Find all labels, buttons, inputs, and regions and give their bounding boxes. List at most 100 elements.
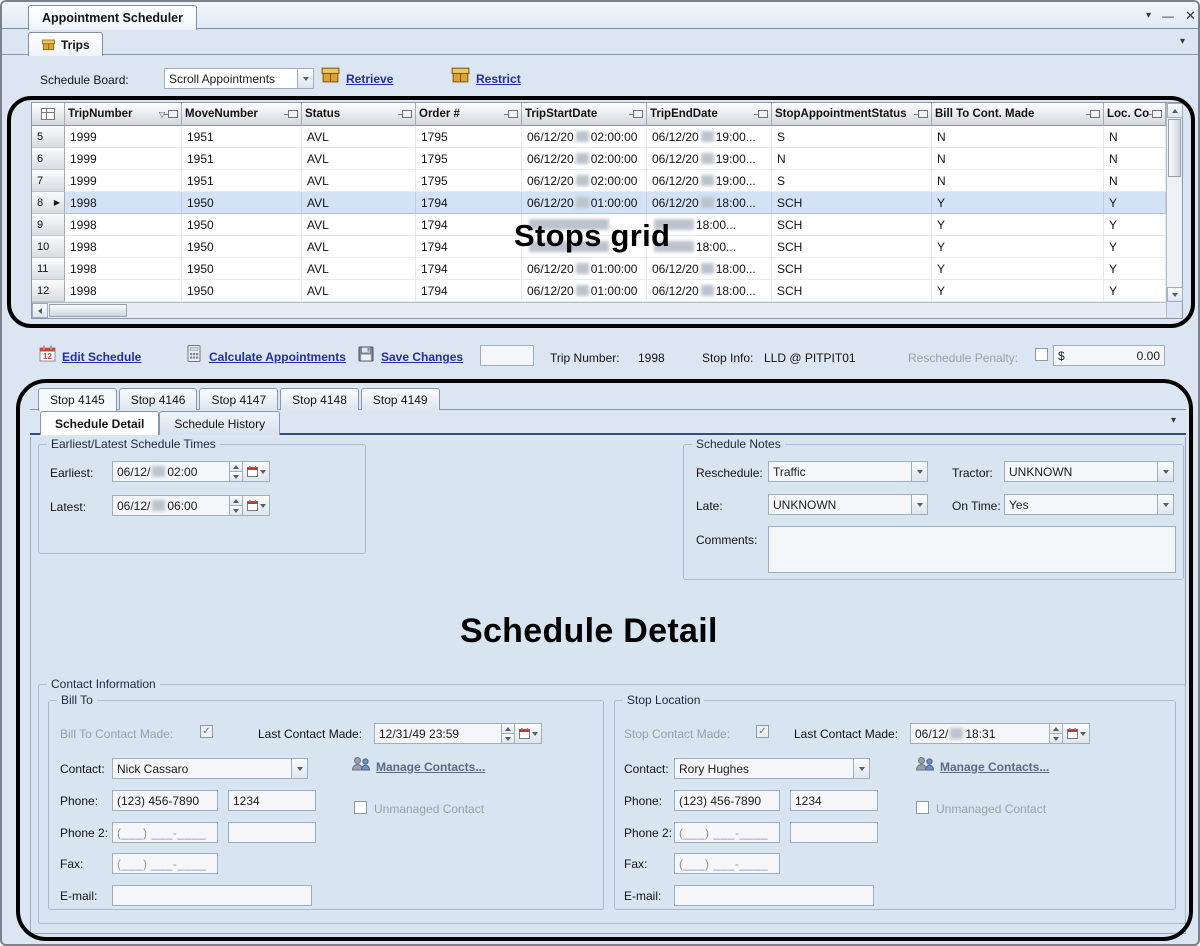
spin-up-icon[interactable]	[502, 723, 515, 734]
spin-up-icon[interactable]	[230, 495, 243, 506]
bill-last-contact-spinner[interactable]	[502, 723, 515, 744]
save-changes-link[interactable]: Save Changes	[381, 350, 463, 364]
grid-row-6[interactable]: 619991951AVL179506/12/2002:00:0006/12/20…	[32, 148, 1166, 170]
stop-contact-select[interactable]: Rory Hughes	[674, 758, 870, 779]
row-header-cell[interactable]: 5	[32, 126, 65, 148]
pin-dropdown-icon[interactable]: ▾	[1146, 11, 1151, 21]
dropdown-arrow-icon[interactable]	[911, 494, 928, 515]
bill-contact-select[interactable]: Nick Cassaro	[112, 758, 308, 779]
spin-down-icon[interactable]	[1050, 734, 1063, 744]
spin-up-icon[interactable]	[230, 461, 243, 472]
dropdown-arrow-icon[interactable]	[297, 68, 314, 89]
column-header-loc-co[interactable]: Loc. Co	[1104, 103, 1166, 126]
stop-manage-contacts-link[interactable]: Manage Contacts...	[940, 760, 1049, 774]
grid-row-11[interactable]: 1119981950AVL179406/12/2001:00:0006/12/2…	[32, 258, 1166, 280]
bill-last-contact-input[interactable]: 12/31/49 23:59	[374, 723, 502, 744]
column-header-tripenddate[interactable]: TripEndDate	[647, 103, 772, 126]
stop-tab-stop-4149[interactable]: Stop 4149	[361, 388, 440, 410]
stop-last-contact-calendar-button[interactable]	[1063, 723, 1090, 744]
bill-phone-input[interactable]: (123) 456-7890	[112, 790, 218, 811]
row-header-cell[interactable]: 11	[32, 258, 65, 280]
row-header-cell[interactable]: 9	[32, 214, 65, 236]
tab-trips[interactable]: Trips	[28, 32, 103, 56]
grid-row-7[interactable]: 719991951AVL179506/12/2002:00:0006/12/20…	[32, 170, 1166, 192]
bill-to-contact-made-checkbox[interactable]: ✓	[200, 725, 213, 738]
earliest-calendar-button[interactable]	[243, 461, 270, 482]
row-header-cell[interactable]: 6	[32, 148, 65, 170]
row-header-cell[interactable]: 10	[32, 236, 65, 258]
calculate-appointments-link[interactable]: Calculate Appointments	[209, 350, 346, 364]
stop-fax-input[interactable]: (___) ___-____	[674, 853, 780, 874]
bill-email-input[interactable]	[112, 885, 312, 906]
ontime-select[interactable]: Yes	[1004, 494, 1174, 515]
vertical-scroll-track[interactable]	[1167, 178, 1182, 287]
tab-schedule-detail[interactable]: Schedule Detail	[40, 411, 159, 435]
grid-row-10[interactable]: 1019981950AVL179418:00...SCHYY	[32, 236, 1166, 258]
dropdown-arrow-icon[interactable]	[1157, 461, 1174, 482]
stop-phone2-input[interactable]: (___) ___-____	[674, 822, 780, 843]
late-select[interactable]: UNKNOWN	[768, 494, 928, 515]
bill-phone2-input[interactable]: (___) ___-____	[112, 822, 218, 843]
stop-phone2-ext-input[interactable]	[790, 822, 878, 843]
row-header-cell[interactable]: 12	[32, 280, 65, 302]
stop-last-contact-input[interactable]: 06/12/18:31	[910, 723, 1050, 744]
column-header-stopappointmentstatus[interactable]: StopAppointmentStatus	[772, 103, 932, 126]
bill-phone2-ext-input[interactable]	[228, 822, 316, 843]
column-header-bill-to-cont-made[interactable]: Bill To Cont. Made	[932, 103, 1104, 126]
pin-icon[interactable]	[758, 110, 768, 118]
grid-row-9[interactable]: 919981950AVL179418:00...SCHYY	[32, 214, 1166, 236]
stop-tab-stop-4146[interactable]: Stop 4146	[119, 388, 198, 410]
column-header-movenumber[interactable]: MoveNumber	[182, 103, 302, 126]
grid-vertical-scrollbar[interactable]	[1166, 103, 1182, 302]
restrict-link[interactable]: Restrict	[476, 72, 521, 86]
stop-email-input[interactable]	[674, 885, 874, 906]
bill-manage-contacts-link[interactable]: Manage Contacts...	[376, 760, 485, 774]
column-header-status[interactable]: Status	[302, 103, 416, 126]
spin-down-icon[interactable]	[230, 506, 243, 516]
subtab-dropdown-icon[interactable]: ▾	[1171, 416, 1176, 426]
reschedule-select[interactable]: Traffic	[768, 461, 928, 482]
close-icon[interactable]: ✕	[1185, 9, 1196, 22]
stop-unmanaged-contact-checkbox[interactable]	[916, 801, 929, 814]
grid-horizontal-scrollbar[interactable]	[32, 302, 1166, 318]
pin-icon[interactable]	[918, 110, 928, 118]
grid-corner-cell[interactable]	[32, 103, 65, 126]
column-header-tripnumber[interactable]: TripNumber▽	[65, 103, 182, 126]
pin-icon[interactable]	[1090, 110, 1100, 118]
window-title-tab[interactable]: Appointment Scheduler	[28, 5, 197, 30]
stop-tab-stop-4145[interactable]: Stop 4145	[38, 388, 117, 411]
pin-icon[interactable]	[508, 110, 518, 118]
earliest-spinner[interactable]	[230, 461, 243, 482]
dropdown-arrow-icon[interactable]	[1157, 494, 1174, 515]
action-text-input[interactable]	[480, 345, 534, 366]
bill-unmanaged-contact-checkbox[interactable]	[354, 801, 367, 814]
latest-calendar-button[interactable]	[243, 495, 270, 516]
pin-icon[interactable]	[168, 110, 178, 118]
grid-row-5[interactable]: 519991951AVL179506/12/2002:00:0006/12/20…	[32, 126, 1166, 148]
column-header-order[interactable]: Order #	[416, 103, 522, 126]
stop-contact-made-checkbox[interactable]: ✓	[756, 725, 769, 738]
scroll-down-button[interactable]	[1167, 287, 1183, 302]
minimize-icon[interactable]: —	[1162, 10, 1174, 22]
bill-phone-ext-input[interactable]: 1234	[228, 790, 316, 811]
stop-last-contact-spinner[interactable]	[1050, 723, 1063, 744]
earliest-date-input[interactable]: 06/12/02:00	[112, 461, 230, 482]
stop-tab-stop-4148[interactable]: Stop 4148	[280, 388, 359, 410]
stop-phone-input[interactable]: (123) 456-7890	[674, 790, 780, 811]
spin-up-icon[interactable]	[1050, 723, 1063, 734]
stop-phone-ext-input[interactable]: 1234	[790, 790, 878, 811]
vertical-scroll-thumb[interactable]	[1168, 119, 1181, 177]
bill-last-contact-calendar-button[interactable]	[515, 723, 542, 744]
tab-schedule-history[interactable]: Schedule History	[159, 411, 280, 435]
schedule-board-select[interactable]: Scroll Appointments	[164, 68, 314, 89]
pin-icon[interactable]	[402, 110, 412, 118]
edit-schedule-link[interactable]: Edit Schedule	[62, 350, 141, 364]
horizontal-scroll-thumb[interactable]	[49, 304, 127, 317]
reschedule-penalty-checkbox[interactable]	[1035, 348, 1048, 361]
pin-icon[interactable]	[288, 110, 298, 118]
comments-textarea[interactable]	[768, 526, 1176, 573]
spin-down-icon[interactable]	[230, 472, 243, 482]
grid-row-8[interactable]: 8▶19981950AVL179406/12/2001:00:0006/12/2…	[32, 192, 1166, 214]
tabstrip-dropdown-icon[interactable]: ▾	[1180, 37, 1185, 47]
reschedule-penalty-amount[interactable]: $ 0.00	[1053, 345, 1165, 366]
